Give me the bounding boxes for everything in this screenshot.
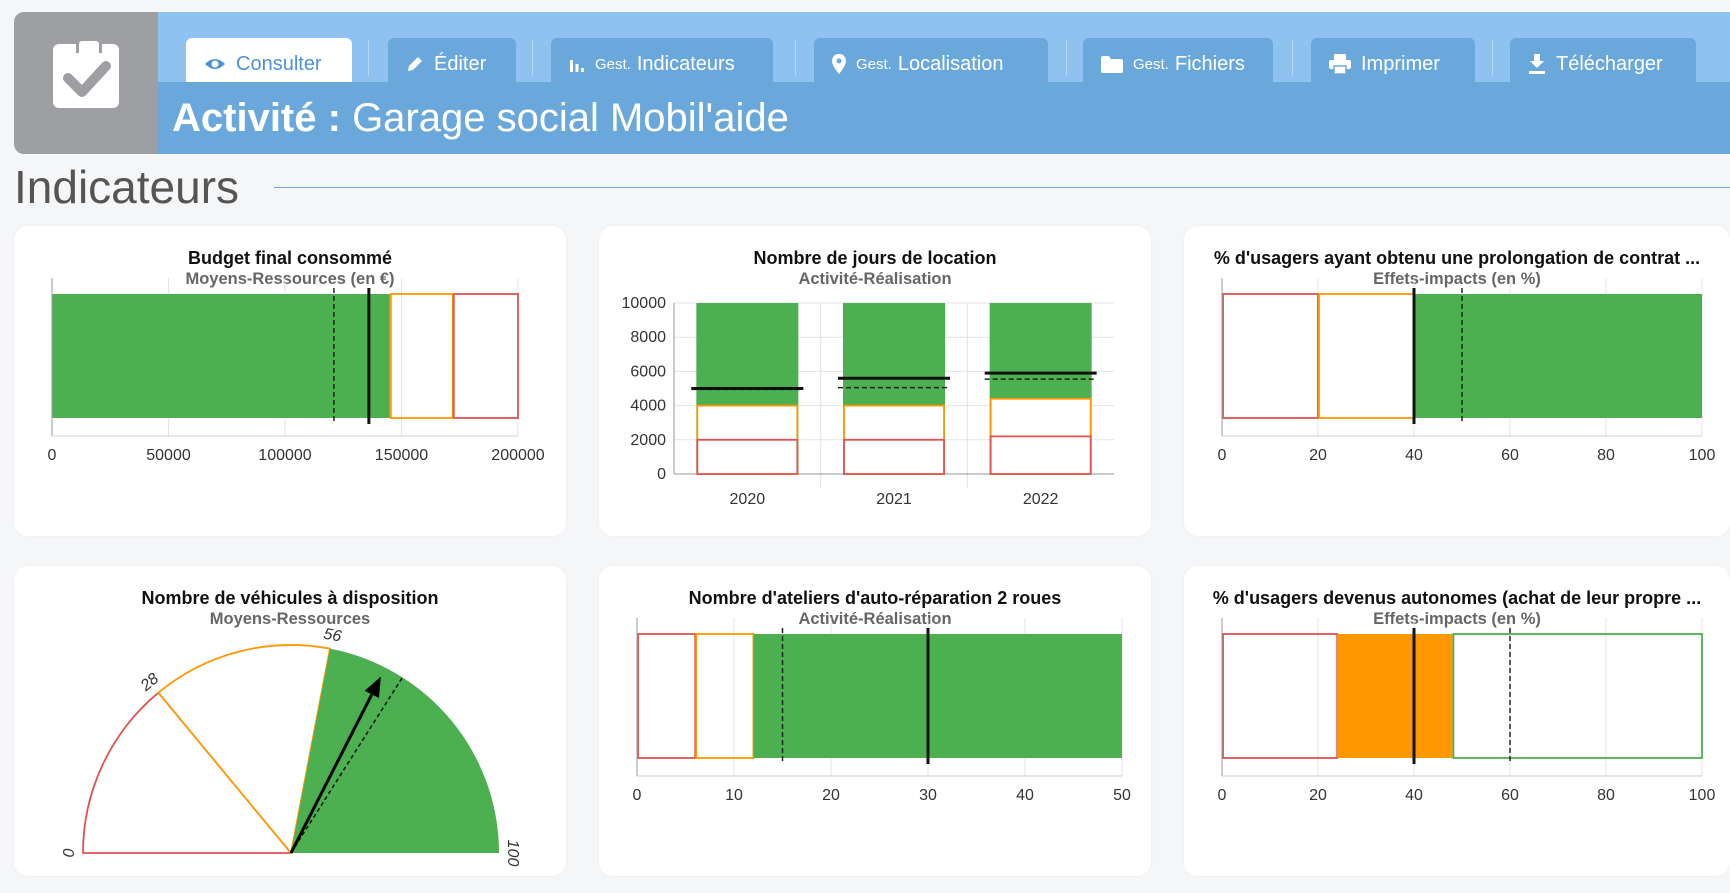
edit-button[interactable]: Éditer — [388, 38, 516, 82]
x-tick-label: 60 — [1501, 447, 1519, 464]
band-orange — [1337, 634, 1453, 758]
gauge-label: 0 — [61, 848, 78, 857]
x-tick-label: 60 — [1501, 787, 1519, 804]
bar-red — [843, 438, 945, 475]
printer-icon — [1329, 54, 1351, 74]
band-red — [637, 633, 697, 759]
location-label: Localisation — [897, 52, 1004, 75]
band-orange — [695, 633, 755, 759]
indicator-card-workshops[interactable]: Nombre d'ateliers d'auto-réparation 2 ro… — [599, 566, 1151, 876]
x-tick-label: 2022 — [1023, 491, 1059, 508]
edit-label: Éditer — [434, 52, 487, 75]
consult-label: Consulter — [236, 52, 322, 75]
x-tick-label: 0 — [633, 787, 642, 804]
y-tick-label: 4000 — [630, 398, 666, 415]
x-tick-label: 50000 — [146, 447, 191, 464]
x-tick-label: 40 — [1016, 787, 1034, 804]
indicator-card-vehicles[interactable]: Nombre de véhicules à disposition Moyens… — [14, 566, 566, 876]
gauge-label: 100 — [504, 840, 521, 867]
section-divider — [274, 187, 1730, 188]
x-tick-label: 100 — [1689, 447, 1716, 464]
download-icon — [1529, 54, 1545, 74]
page-title: Activité : Garage social Mobil'aide — [172, 96, 789, 141]
section-title: Indicateurs — [14, 161, 240, 213]
folder-icon — [1101, 55, 1123, 73]
bullet-chart: 0 20 40 60 80 100 — [1218, 278, 1716, 464]
clipboard-check-icon — [14, 12, 158, 154]
x-tick-label: 80 — [1597, 787, 1615, 804]
band-green — [52, 294, 390, 418]
bar-chart: 0 2000 4000 6000 8000 10000 2020 2021 2022 — [622, 295, 1114, 508]
map-pin-icon — [832, 54, 846, 74]
x-tick-label: 40 — [1405, 787, 1423, 804]
indicator-card-rental-days[interactable]: Nombre de jours de location Activité-Réa… — [599, 226, 1151, 536]
x-tick-label: 20 — [1309, 447, 1327, 464]
x-tick-label: 40 — [1405, 447, 1423, 464]
x-tick-label: 2020 — [730, 491, 766, 508]
band-green — [753, 634, 1122, 758]
manage-files-button[interactable]: Gest. Fichiers — [1083, 38, 1273, 82]
eye-icon — [205, 59, 225, 69]
bullet-chart: 0 10 20 30 40 50 — [633, 618, 1131, 804]
bar-red — [696, 438, 799, 475]
consult-button[interactable]: Consulter — [186, 38, 352, 82]
manage-prefix: Gest. — [1133, 55, 1169, 73]
band-red — [1222, 633, 1339, 759]
y-tick-label: 10000 — [622, 295, 667, 312]
x-tick-label: 0 — [1218, 447, 1227, 464]
band-orange — [389, 293, 454, 419]
x-tick-label: 10 — [725, 787, 743, 804]
download-label: Télécharger — [1556, 52, 1663, 75]
x-tick-label: 150000 — [375, 447, 428, 464]
x-tick-label: 30 — [919, 787, 937, 804]
indicators-label: Indicateurs — [636, 52, 735, 75]
x-tick-label: 100 — [1689, 787, 1716, 804]
indicator-card-budget[interactable]: Budget final consommé Moyens-Ressources … — [14, 226, 566, 536]
files-label: Fichiers — [1174, 52, 1245, 75]
gauge-chart: 02856100 — [61, 626, 521, 867]
band-green — [1414, 294, 1702, 418]
x-tick-label: 200000 — [491, 447, 544, 464]
indicator-card-autonomous-users[interactable]: % d'usagers devenus autonomes (achat de … — [1184, 566, 1730, 876]
bar-red — [989, 435, 1092, 475]
page-title-name: Garage social Mobil'aide — [352, 96, 789, 140]
x-tick-label: 20 — [1309, 787, 1327, 804]
band-red — [1222, 293, 1319, 419]
x-tick-label: 2021 — [876, 491, 912, 508]
x-tick-label: 50 — [1113, 787, 1131, 804]
print-button[interactable]: Imprimer — [1311, 38, 1475, 82]
download-button[interactable]: Télécharger — [1510, 38, 1696, 82]
x-tick-label: 100000 — [258, 447, 311, 464]
y-tick-label: 0 — [657, 466, 666, 483]
bullet-chart: 0 20 40 60 80 100 — [1218, 618, 1716, 804]
x-tick-label: 80 — [1597, 447, 1615, 464]
manage-prefix: Gest. — [595, 55, 631, 73]
indicator-card-contract-extension[interactable]: % d'usagers ayant obtenu une prolongatio… — [1184, 226, 1730, 536]
print-label: Imprimer — [1361, 52, 1440, 75]
manage-indicators-button[interactable]: Gest. Indicateurs — [551, 38, 773, 82]
y-tick-label: 8000 — [630, 329, 666, 346]
toolbar: Consulter Éditer Gest. Indicateurs Gest.… — [158, 12, 1730, 82]
y-tick-label: 2000 — [630, 432, 666, 449]
bullet-chart: 0 50000 100000 150000 200000 — [48, 278, 545, 464]
bar-chart-icon — [570, 60, 584, 72]
page-title-label: Activité : — [172, 96, 341, 140]
pencil-icon — [408, 57, 422, 71]
manage-prefix: Gest. — [856, 55, 892, 73]
y-tick-label: 6000 — [630, 363, 666, 380]
band-red — [452, 293, 519, 419]
manage-location-button[interactable]: Gest. Localisation — [814, 38, 1048, 82]
x-tick-label: 20 — [822, 787, 840, 804]
x-tick-label: 0 — [48, 447, 57, 464]
gauge-label: 56 — [322, 626, 343, 646]
x-tick-label: 0 — [1218, 787, 1227, 804]
band-green — [1452, 633, 1703, 759]
band-orange — [1318, 293, 1415, 419]
